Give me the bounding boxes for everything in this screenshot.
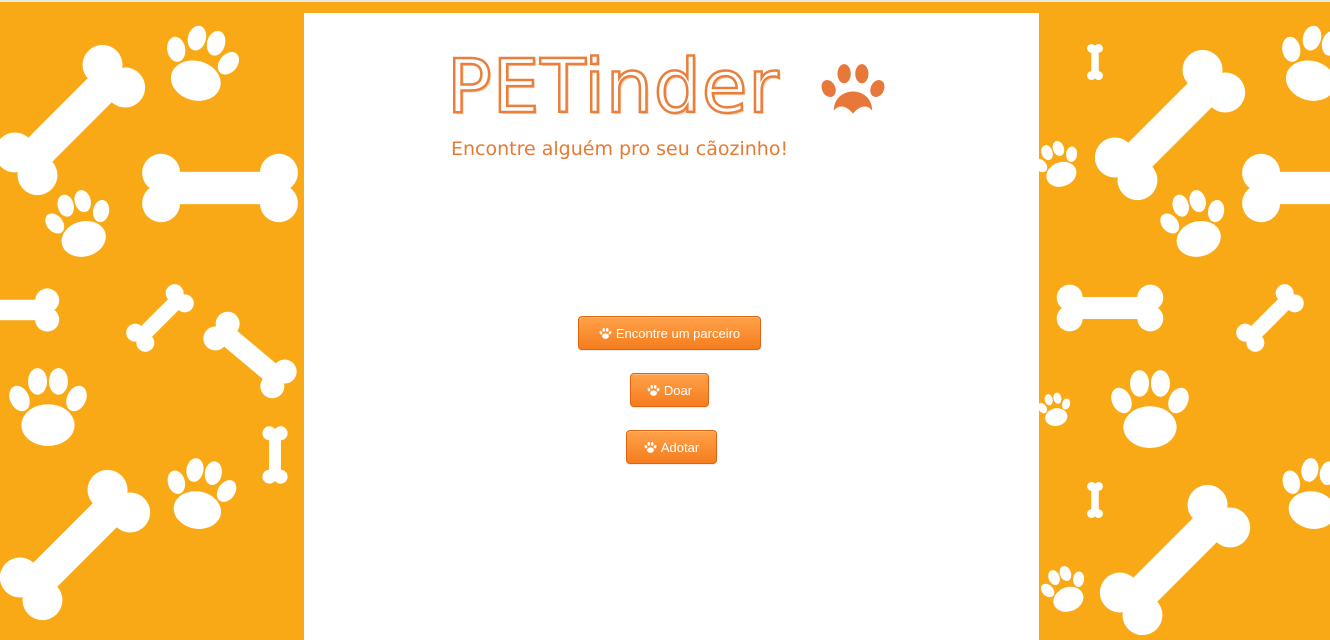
paw-icon	[821, 64, 885, 114]
bone-icon	[1242, 153, 1330, 223]
bone-icon	[0, 461, 159, 629]
logo-title: PETinder	[446, 44, 780, 131]
paw-icon	[151, 18, 249, 111]
bone-icon	[262, 426, 288, 484]
donate-label: Doar	[663, 382, 693, 398]
bone-icon	[1087, 481, 1103, 519]
top-strip	[0, 0, 1330, 2]
paw-icon	[1271, 453, 1330, 536]
paw-icon	[647, 385, 660, 396]
main-panel: PETinder Encontre alguém pro seu cãozinh…	[304, 13, 1039, 640]
paw-icon	[1033, 559, 1096, 620]
bone-icon	[1232, 280, 1308, 356]
bone-icon	[0, 288, 60, 332]
paw-icon	[5, 368, 91, 446]
paw-icon	[644, 442, 657, 453]
bone-icon	[142, 153, 298, 223]
bone-icon	[1086, 41, 1254, 209]
bone-icon	[1056, 284, 1164, 332]
paw-icon	[1034, 390, 1076, 429]
find-partner-label: Encontre um parceiro	[615, 325, 741, 341]
bone-icon	[122, 280, 198, 356]
paw-icon	[1151, 183, 1239, 266]
donate-button[interactable]: Doar	[630, 373, 709, 407]
paw-icon	[1266, 18, 1330, 111]
bone-icon	[1087, 43, 1103, 81]
bone-icon	[0, 36, 154, 204]
logo-tagline: Encontre alguém pro seu cãozinho!	[451, 138, 789, 160]
adopt-label: Adotar	[660, 439, 700, 455]
bone-icon	[1091, 476, 1259, 640]
logo: PETinder Encontre alguém pro seu cãozinh…	[446, 44, 897, 165]
paw-icon	[156, 453, 244, 536]
paw-icon	[599, 328, 612, 339]
find-partner-button[interactable]: Encontre um parceiro	[578, 316, 761, 350]
adopt-button[interactable]: Adotar	[626, 430, 717, 464]
paw-icon	[1107, 370, 1193, 448]
bone-icon	[198, 306, 302, 404]
paw-icon	[36, 183, 124, 266]
